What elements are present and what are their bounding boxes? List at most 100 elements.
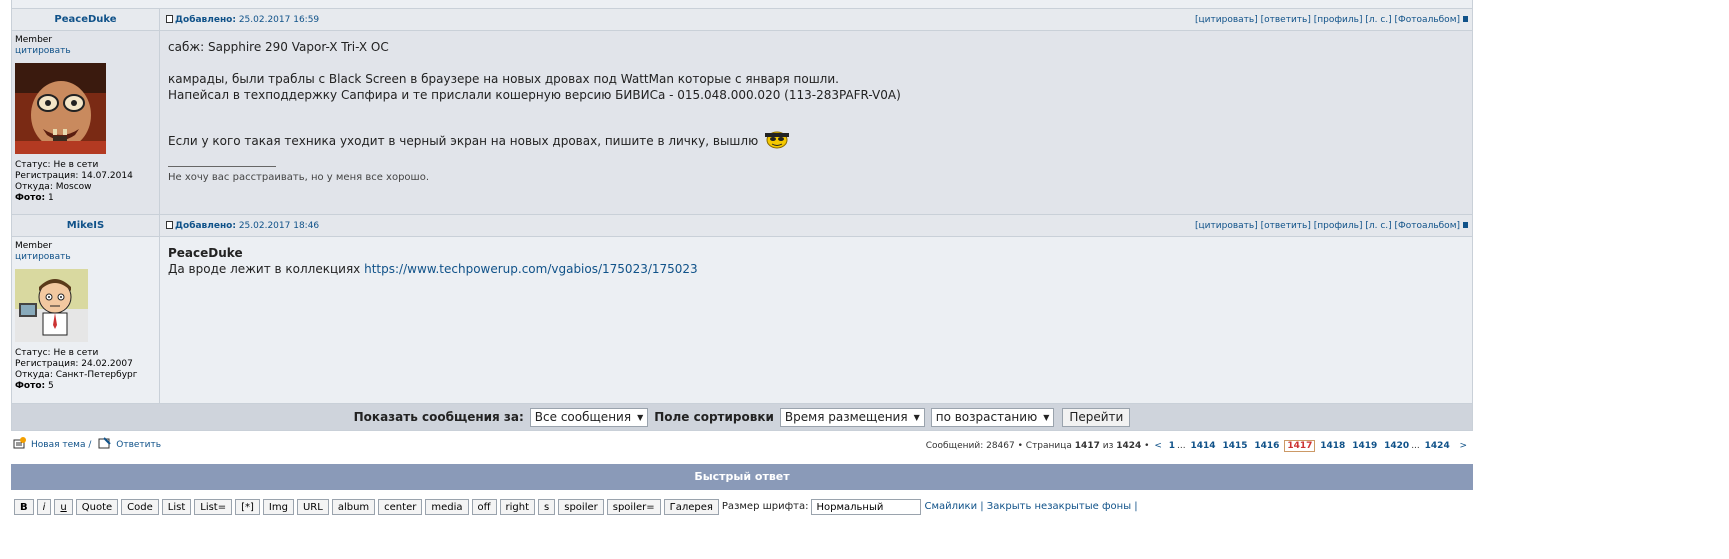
forum-thread: PeaceDuke Member цитировать Статус: Не в… <box>11 0 1473 465</box>
author-rank: Member <box>15 35 53 45</box>
author-registered: 24.02.2007 <box>81 359 133 369</box>
post-actions: [цитировать] [ответить] [профиль] [л. с.… <box>1195 9 1468 31</box>
smiley-icon <box>765 131 790 149</box>
thread-top-row <box>11 0 1473 9</box>
dropdown-arrow-icon: ▼ <box>1043 412 1050 422</box>
next-page-link[interactable]: > <box>1459 441 1467 451</box>
pm-button[interactable]: [л. с.] <box>1365 221 1391 231</box>
post-document-icon <box>166 221 173 229</box>
reply-icon <box>98 437 111 449</box>
sort-bar: Показать сообщения за: Все сообщения ▼ По… <box>11 404 1473 431</box>
photoalbum-button[interactable]: [Фотоальбом] <box>1395 15 1460 25</box>
post-actions: [цитировать] [ответить] [профиль] [л. с.… <box>1195 215 1468 237</box>
bbcode-button[interactable]: off <box>471 499 497 515</box>
quick-reply-links[interactable]: Смайлики | Закрыть незакрытые фоны | <box>924 499 1137 515</box>
post-date: Добавлено: 25.02.2017 18:46 <box>166 215 319 237</box>
bbcode-toolbar: B i u Quote Code List List= [*] Img URL … <box>14 499 1138 515</box>
bbcode-button[interactable]: u <box>54 499 73 515</box>
go-button[interactable]: Перейти <box>1062 407 1131 427</box>
current-page-number: 1417 <box>1074 441 1100 451</box>
current-page: 1417 <box>1284 440 1316 452</box>
page-link[interactable]: 1 <box>1169 441 1175 451</box>
author-status: Не в сети <box>53 160 99 170</box>
reply-to-name: PeaceDuke <box>168 246 243 260</box>
quote-author-link[interactable]: цитировать <box>15 252 159 263</box>
page-link[interactable]: 1415 <box>1222 441 1247 451</box>
bbcode-button[interactable]: center <box>378 499 423 515</box>
author-rank: Member <box>15 241 53 251</box>
post-anchor-icon[interactable] <box>1463 16 1468 22</box>
bbcode-button[interactable]: Quote <box>75 499 119 515</box>
post-body: сабж: Sapphire 290 Vapor-X Tri-X OC камр… <box>160 31 1472 186</box>
post-text: Да вроде лежит в коллекциях <box>168 262 361 276</box>
bbcode-button[interactable]: Code <box>121 499 159 515</box>
font-size-select[interactable]: Нормальный <box>811 499 922 515</box>
post-body: PeaceDuke Да вроде лежит в коллекциях ht… <box>160 237 1472 277</box>
dropdown-arrow-icon: ▼ <box>637 412 644 422</box>
photoalbum-button[interactable]: [Фотоальбом] <box>1395 221 1460 231</box>
bbcode-button[interactable]: Галерея <box>663 499 719 515</box>
page-link[interactable]: 1418 <box>1320 441 1345 451</box>
prev-page-link[interactable]: < <box>1154 441 1162 451</box>
profile-button[interactable]: [профиль] <box>1314 15 1363 25</box>
sort-field-select[interactable]: Время размещения ▼ <box>779 407 925 427</box>
author-photos: 5 <box>47 381 54 391</box>
bbcode-button[interactable]: List <box>161 499 192 515</box>
bbcode-button[interactable]: right <box>499 499 536 515</box>
pm-button[interactable]: [л. с.] <box>1365 15 1391 25</box>
pagination: Сообщений: 28467 • Страница 1417 из 1424… <box>925 440 1467 452</box>
bbcode-button[interactable]: [*] <box>235 499 260 515</box>
signature-divider <box>168 166 276 167</box>
post-text-line: камрады, были траблы с Black Screen в бр… <box>168 72 839 86</box>
reply-button[interactable]: [ответить] <box>1261 15 1311 25</box>
font-size-label: Размер шрифта: <box>721 501 809 512</box>
author-status: Не в сети <box>53 348 99 358</box>
quote-button[interactable]: [цитировать] <box>1195 221 1258 231</box>
post-text-line: сабж: Sapphire 290 Vapor-X Tri-X OC <box>168 40 389 54</box>
page-link[interactable]: 1414 <box>1191 441 1216 451</box>
sort-field-label: Поле сортировки <box>654 410 774 424</box>
nav-row: Новая тема / Ответить Сообщений: 28467 •… <box>11 431 1473 465</box>
bbcode-button[interactable]: URL <box>296 499 329 515</box>
bbcode-button[interactable]: spoiler <box>558 499 604 515</box>
post-content-panel: Добавлено: 25.02.2017 18:46 [цитировать]… <box>160 215 1472 403</box>
author-photos: 1 <box>47 193 54 203</box>
show-messages-label: Показать сообщения за: <box>353 410 524 424</box>
page-link[interactable]: 1419 <box>1352 441 1377 451</box>
profile-button[interactable]: [профиль] <box>1314 221 1363 231</box>
show-messages-select[interactable]: Все сообщения ▼ <box>529 407 649 427</box>
bbcode-button[interactable]: media <box>425 499 469 515</box>
author-location: Санкт-Петербург <box>55 370 138 380</box>
bbcode-button[interactable]: spoiler= <box>606 499 661 515</box>
quote-button[interactable]: [цитировать] <box>1195 15 1258 25</box>
post-anchor-icon[interactable] <box>1463 222 1468 228</box>
post-author-panel: PeaceDuke Member цитировать Статус: Не в… <box>12 9 160 214</box>
page-link[interactable]: 1420 <box>1384 441 1409 451</box>
bbcode-button[interactable]: Img <box>262 499 294 515</box>
bbcode-button[interactable]: i <box>36 499 52 515</box>
new-topic-link[interactable]: Новая тема <box>31 440 85 450</box>
author-name-link[interactable]: PeaceDuke <box>12 9 159 31</box>
sort-order-select[interactable]: по возрастанию ▼ <box>930 407 1055 427</box>
bbcode-button[interactable]: album <box>331 499 376 515</box>
bbcode-button[interactable]: s <box>538 499 556 515</box>
bbcode-button[interactable]: List= <box>194 499 233 515</box>
new-topic-icon <box>13 437 26 449</box>
post-document-icon <box>166 15 173 23</box>
author-name-link[interactable]: MikeIS <box>12 215 159 237</box>
bbcode-button[interactable]: B <box>14 499 34 515</box>
post-author-panel: MikeIS Member цитировать Статус: Не в се… <box>12 215 160 403</box>
post-content-panel: Добавлено: 25.02.2017 16:59 [цитировать]… <box>160 9 1472 214</box>
quote-author-link[interactable]: цитировать <box>15 46 159 57</box>
reply-link[interactable]: Ответить <box>116 440 161 450</box>
quick-reply-header: Быстрый ответ <box>11 464 1473 490</box>
author-location: Moscow <box>55 182 92 192</box>
page-link[interactable]: 1416 <box>1254 441 1279 451</box>
post-text-line: Напейсал в техподдержку Сапфира и те при… <box>168 88 901 102</box>
post-link[interactable]: https://www.techpowerup.com/vgabios/1750… <box>364 262 698 276</box>
author-avatar <box>15 63 106 154</box>
total-pages: 1424 <box>1116 441 1142 451</box>
author-registered: 14.07.2014 <box>81 171 133 181</box>
reply-button[interactable]: [ответить] <box>1261 221 1311 231</box>
page-link[interactable]: 1424 <box>1425 441 1450 451</box>
